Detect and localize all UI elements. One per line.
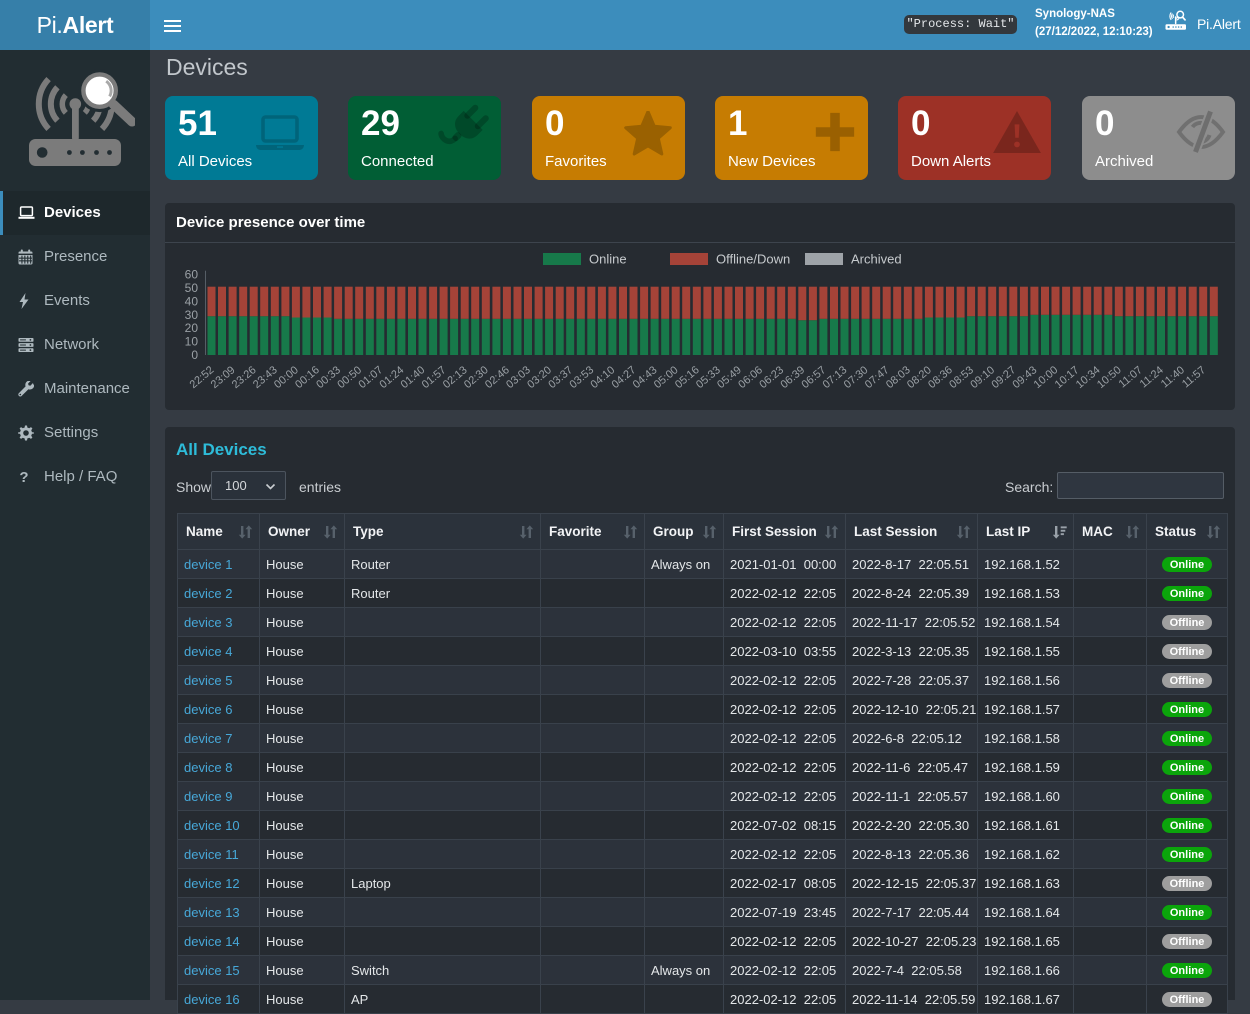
svg-text:30: 30 xyxy=(185,308,199,322)
svg-text:?: ? xyxy=(19,469,28,485)
svg-text:11:57: 11:57 xyxy=(1180,364,1208,390)
svg-text:10:50: 10:50 xyxy=(1095,364,1124,391)
svg-text:20: 20 xyxy=(185,321,199,335)
svg-text:10: 10 xyxy=(185,335,199,349)
svg-text:Archived: Archived xyxy=(851,252,902,267)
svg-text:50: 50 xyxy=(185,281,199,295)
svg-text:11:07: 11:07 xyxy=(1117,364,1145,390)
svg-text:60: 60 xyxy=(185,268,199,282)
svg-text:11:40: 11:40 xyxy=(1159,364,1187,390)
svg-text:Online: Online xyxy=(589,252,627,267)
svg-text:40: 40 xyxy=(185,294,199,308)
svg-text:0: 0 xyxy=(191,348,198,362)
svg-text:Offline/Down: Offline/Down xyxy=(716,252,790,267)
svg-text:11:24: 11:24 xyxy=(1138,364,1166,390)
